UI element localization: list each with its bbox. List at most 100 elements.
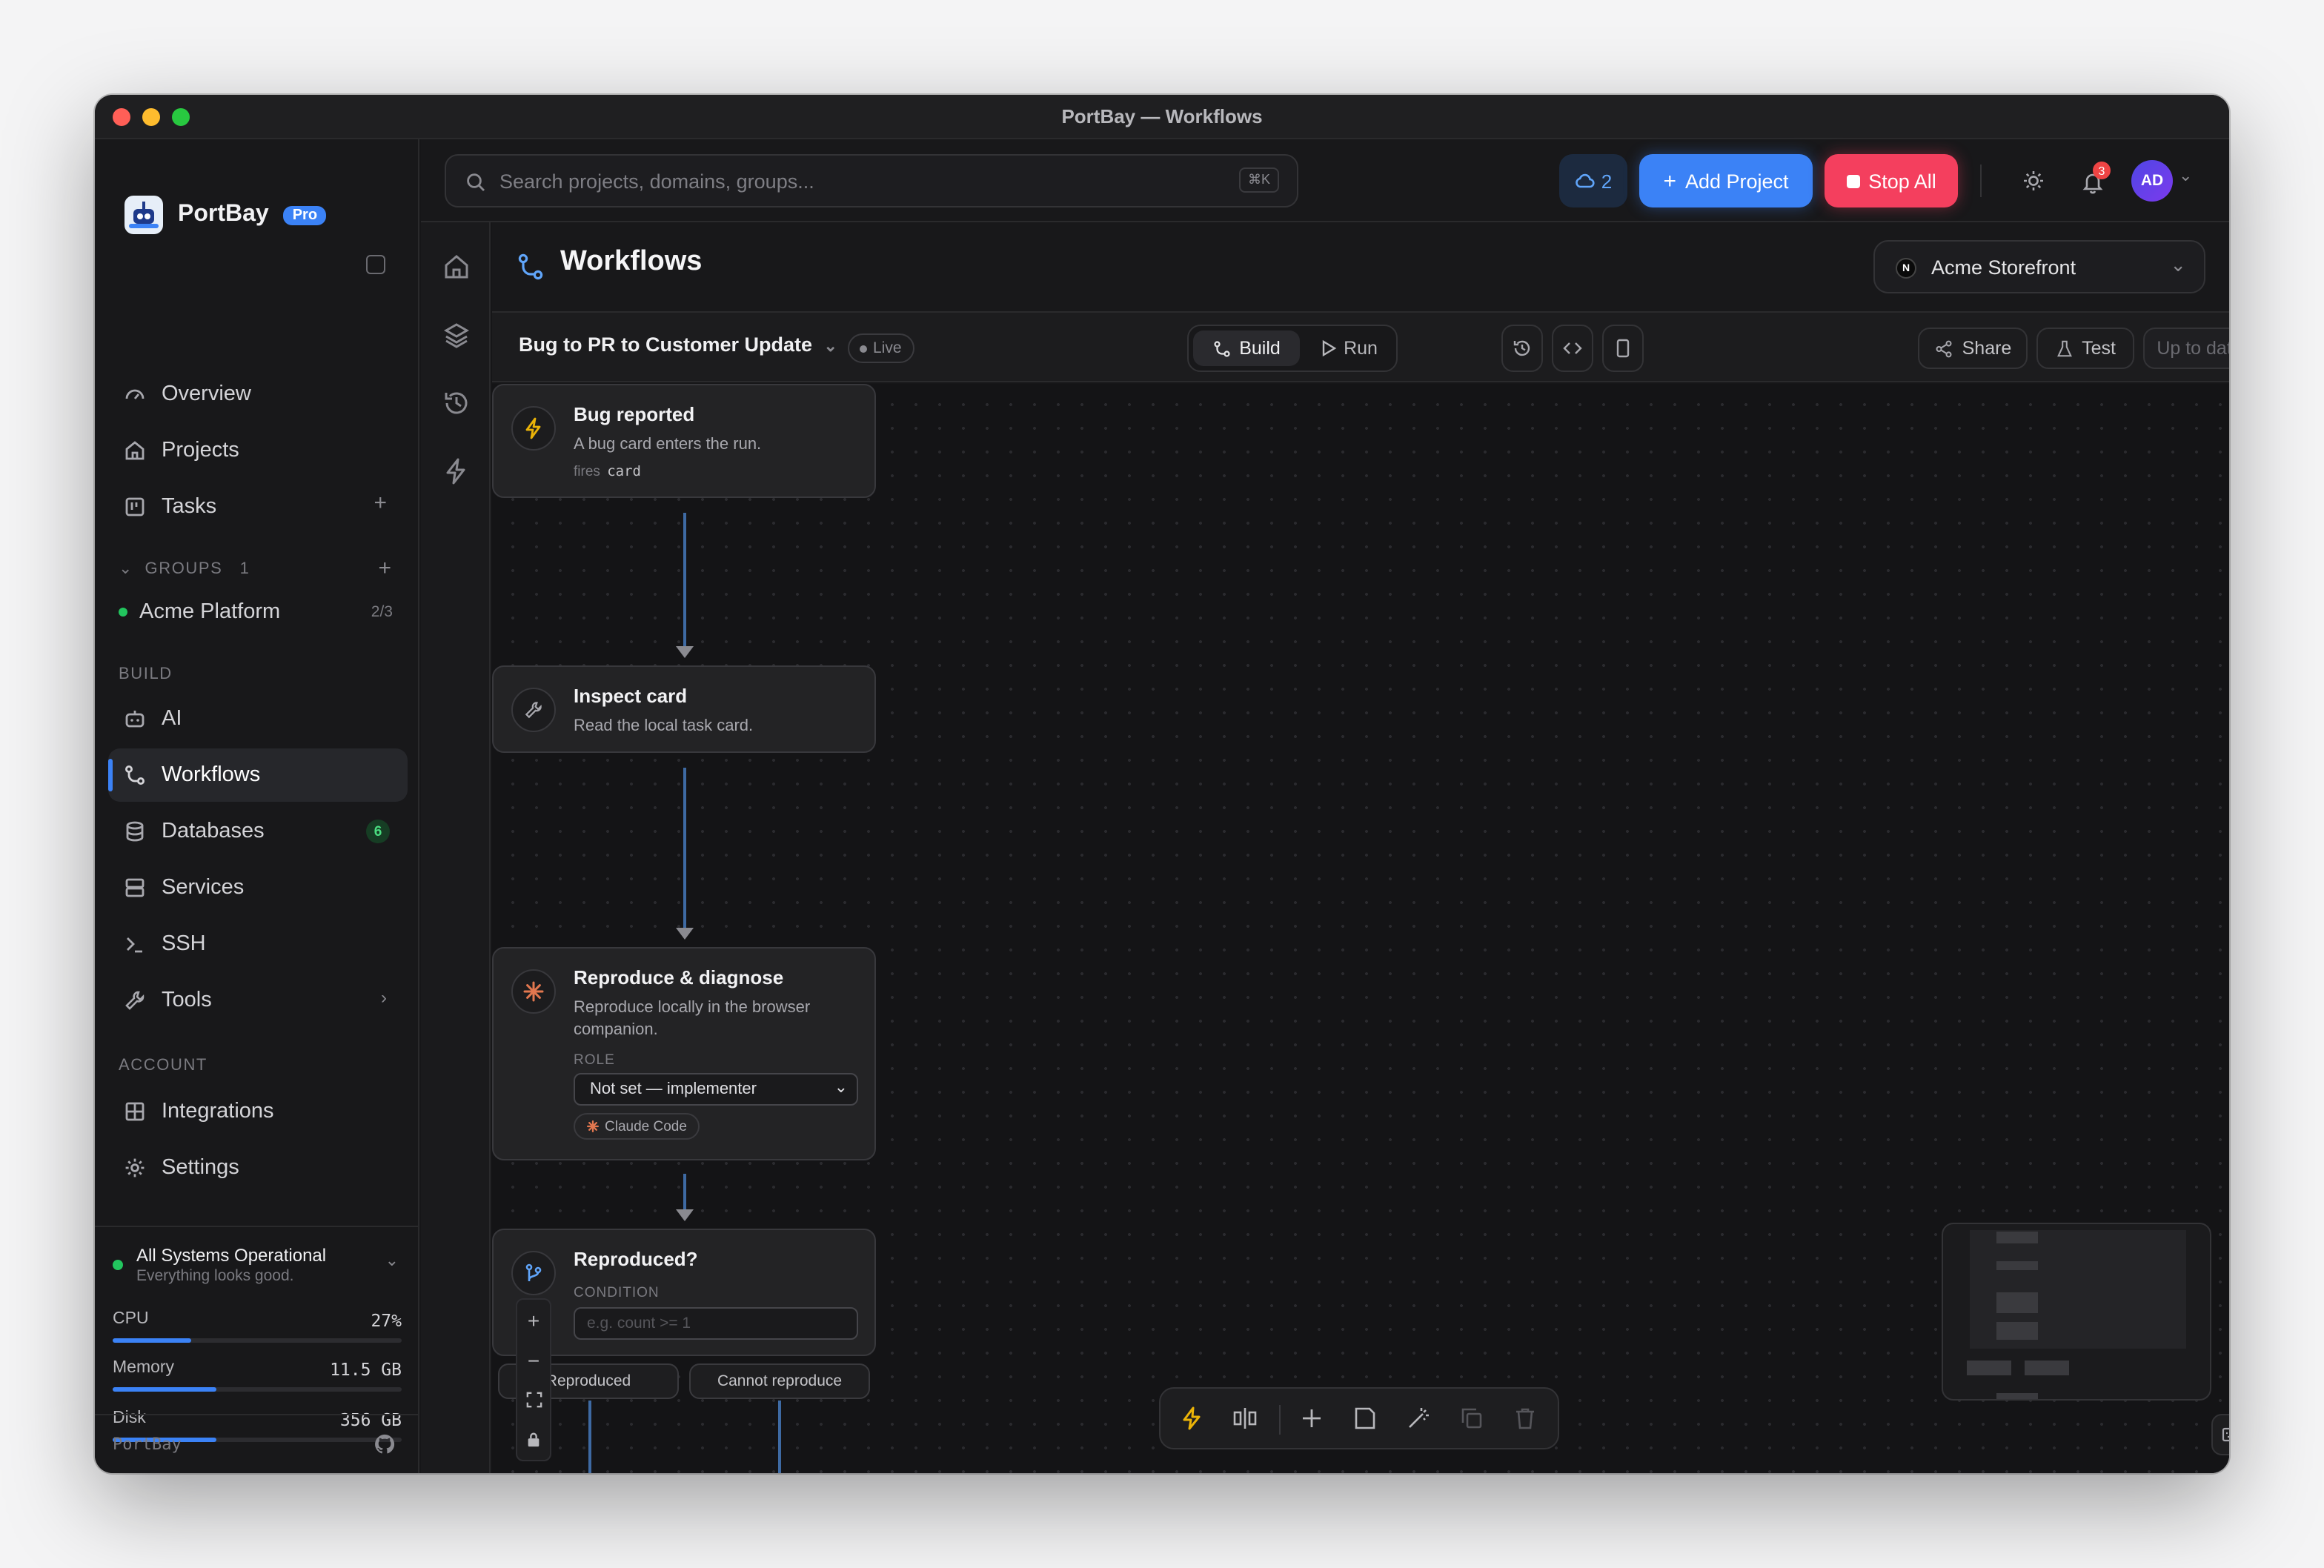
share-button[interactable]: Share — [1918, 328, 2028, 369]
lightning-icon[interactable] — [442, 456, 471, 486]
test-button[interactable]: Test — [2036, 328, 2134, 369]
plus-icon: + — [1663, 168, 1676, 193]
layers-icon[interactable] — [442, 320, 471, 350]
workflow-canvas[interactable]: Bug reported A bug card enters the run. … — [492, 384, 2229, 1473]
device-preview-button[interactable] — [1602, 325, 1644, 372]
sidebar-item-integrations[interactable]: Integrations — [108, 1085, 408, 1138]
sidebar-group-acme-platform[interactable] — [108, 534, 408, 587]
node-description: A bug card enters the run. — [574, 436, 762, 454]
status-dot — [113, 1260, 123, 1270]
node-description: Reproduce locally in the browser compani… — [574, 999, 811, 1039]
keyboard-shortcuts-button[interactable] — [2211, 1414, 2229, 1455]
metric-bar — [113, 1387, 402, 1392]
metric-bar-fill — [113, 1338, 191, 1343]
branch-cannot-reproduce[interactable]: Cannot reproduce — [689, 1363, 870, 1399]
workflow-icon — [518, 253, 543, 280]
fit-view-button[interactable] — [517, 1380, 550, 1420]
code-icon — [1563, 342, 1582, 354]
home-icon[interactable] — [442, 252, 471, 282]
portbay-logo-icon — [124, 196, 163, 234]
minimize-window-button[interactable] — [142, 108, 160, 126]
sidebar-item-label: Projects — [162, 439, 239, 462]
sidebar-item-overview[interactable]: Overview — [108, 368, 408, 421]
user-avatar[interactable]: AD — [2131, 160, 2173, 202]
search-shortcut: ⌘K — [1238, 167, 1279, 193]
claude-icon — [587, 1120, 599, 1132]
github-icon[interactable] — [374, 1433, 396, 1455]
plus-icon[interactable] — [1298, 1405, 1325, 1432]
brand-name: PortBay — [178, 202, 269, 227]
sidebar-item-label: Workflows — [162, 763, 261, 787]
collapse-sidebar-icon[interactable] — [366, 255, 385, 274]
node-title: Inspect card — [574, 685, 688, 707]
workflow-toolbar: Bug to PR to Customer Update ⌄ Live Buil… — [492, 311, 2229, 382]
node-inspect-card[interactable]: Inspect card Read the local task card. — [492, 665, 876, 753]
stop-all-label: Stop All — [1868, 170, 1936, 192]
history-icon[interactable] — [442, 388, 471, 418]
version-history-button[interactable] — [1501, 325, 1543, 372]
note-icon[interactable] — [1352, 1405, 1378, 1432]
node-bug-reported[interactable]: Bug reported A bug card enters the run. … — [492, 384, 876, 498]
run-tab[interactable]: Run — [1304, 330, 1393, 366]
copy-icon[interactable] — [1458, 1405, 1485, 1432]
brand[interactable]: PortBay Pro — [124, 196, 327, 234]
project-name: Acme Storefront — [1931, 256, 2076, 278]
add-project-button[interactable]: + Add Project — [1639, 154, 1813, 207]
divider — [1279, 1405, 1281, 1435]
magic-wand-icon[interactable] — [1405, 1405, 1432, 1432]
metric-bar-fill — [113, 1387, 217, 1392]
sidebar-item-label: Databases — [162, 820, 265, 843]
code-view-button[interactable] — [1552, 325, 1593, 372]
sidebar-item-databases[interactable]: Databases 6 — [108, 805, 408, 858]
edge-connector — [778, 1401, 781, 1473]
add-task-icon[interactable]: + — [374, 491, 387, 516]
sidebar-item-settings[interactable]: Settings — [108, 1141, 408, 1195]
sun-icon[interactable] — [2022, 169, 2045, 193]
notifications-button[interactable]: 3 — [2078, 162, 2111, 196]
zoom-in-button[interactable]: + — [517, 1300, 550, 1340]
trash-icon[interactable] — [1512, 1405, 1538, 1432]
save-status-button[interactable]: Up to date — [2143, 328, 2229, 369]
keyboard-icon — [2222, 1427, 2229, 1442]
stop-all-button[interactable]: Stop All — [1825, 154, 1958, 207]
sidebar-footer: PortBay — [95, 1414, 419, 1473]
expand-status-icon[interactable]: ⌄ — [385, 1251, 399, 1270]
sidebar-item-workflows[interactable]: Workflows — [108, 748, 408, 802]
window-title: PortBay — Workflows — [1061, 105, 1263, 127]
sidebar-group-acme-platform-row[interactable]: Acme Platform 2/3 — [108, 585, 408, 639]
node-title: Reproduce & diagnose — [574, 966, 784, 989]
build-tab[interactable]: Build — [1193, 330, 1300, 366]
node-reproduce-diagnose[interactable]: Reproduce & diagnose Reproduce locally i… — [492, 947, 876, 1160]
role-value: Not set — implementer — [590, 1080, 757, 1098]
cloud-tunnels-button[interactable]: 2 — [1559, 154, 1627, 207]
search-input[interactable]: Search projects, domains, groups... ⌘K — [445, 154, 1298, 207]
chevron-down-icon[interactable]: ⌄ — [2179, 166, 2192, 185]
search-icon — [467, 173, 485, 191]
lock-button[interactable] — [517, 1420, 550, 1460]
sidebar-item-ssh[interactable]: SSH — [108, 917, 408, 971]
agent-name: Claude Code — [605, 1119, 687, 1135]
status-title: All Systems Operational — [136, 1245, 327, 1266]
maximize-window-button[interactable] — [172, 108, 190, 126]
lightning-icon[interactable] — [1178, 1405, 1205, 1432]
sidebar-item-services[interactable]: Services — [108, 861, 408, 914]
role-select[interactable]: Not set — implementer ⌄ — [574, 1073, 858, 1106]
metric-memory: Memory 11.5 GB — [113, 1359, 402, 1392]
workflow-selector[interactable]: Bug to PR to Customer Update ⌄ — [519, 333, 837, 356]
metric-value: 11.5 GB — [330, 1359, 402, 1380]
sidebar-item-tasks[interactable]: Tasks + — [108, 480, 408, 534]
split-icon[interactable] — [1232, 1405, 1258, 1432]
condition-input[interactable]: e.g. count >= 1 — [574, 1307, 858, 1340]
claude-icon — [511, 969, 556, 1014]
close-window-button[interactable] — [113, 108, 130, 126]
stop-icon — [1846, 174, 1860, 187]
minimap[interactable] — [1942, 1223, 2211, 1401]
sidebar-item-projects[interactable]: Projects — [108, 424, 408, 477]
bot-icon — [125, 711, 145, 728]
sidebar-item-ai[interactable]: AI — [108, 692, 408, 745]
canvas-toolbar — [1159, 1387, 1559, 1449]
sidebar-item-tools[interactable]: Tools › — [108, 974, 408, 1027]
project-selector[interactable]: N Acme Storefront ⌄ — [1873, 240, 2205, 293]
node-fires: fires card — [574, 464, 641, 480]
zoom-out-button[interactable]: − — [517, 1340, 550, 1380]
